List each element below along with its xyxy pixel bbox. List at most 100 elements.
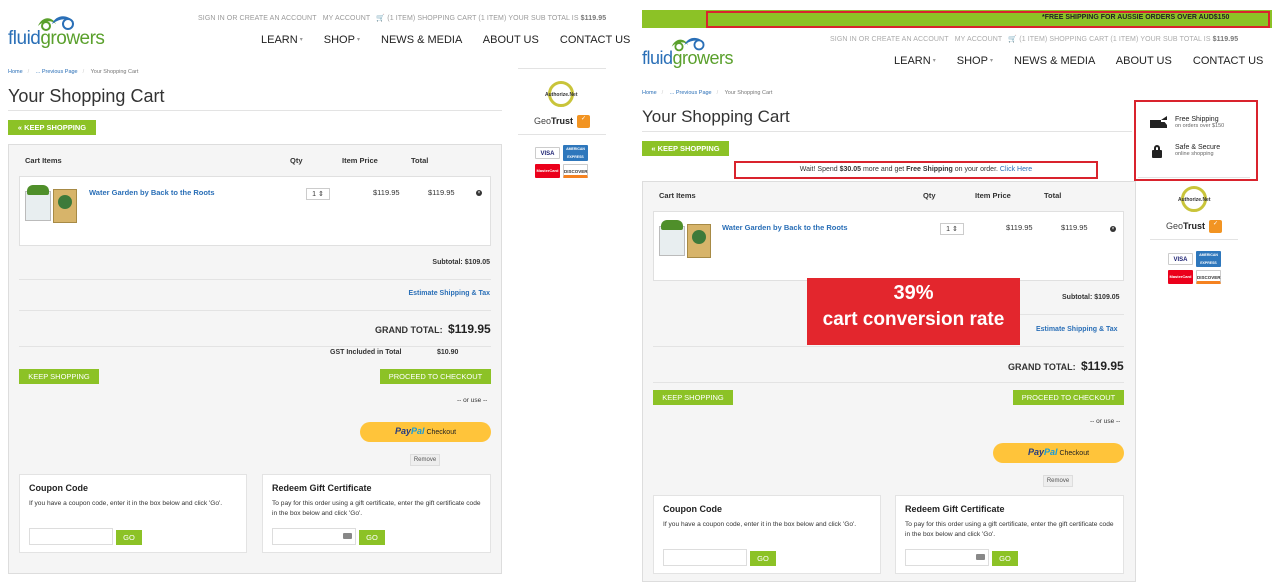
- col-cart-items: Cart Items: [659, 191, 696, 200]
- coupon-input[interactable]: [663, 549, 747, 566]
- keyboard-icon: [976, 554, 985, 560]
- breadcrumb-current: Your Shopping Cart: [90, 69, 139, 75]
- product-image[interactable]: [25, 185, 79, 229]
- amex-card-icon: AMERICAN EXPRESS: [563, 145, 588, 161]
- divider: [653, 382, 1124, 383]
- divider: [19, 346, 491, 347]
- product-name-link[interactable]: Water Garden by Back to the Roots: [722, 223, 848, 232]
- amex-card-icon: AMERICAN EXPRESS: [1196, 251, 1221, 267]
- divider: [19, 310, 491, 311]
- col-item-price: Item Price: [975, 191, 1011, 200]
- main-nav: LEARN ▾ SHOP ▾ NEWS & MEDIA ABOUT US CONTA…: [894, 55, 1263, 67]
- keep-shopping-top-button[interactable]: « KEEP SHOPPING: [642, 141, 729, 156]
- gift-go-button[interactable]: GO: [359, 530, 385, 545]
- nav-about[interactable]: ABOUT US: [1116, 55, 1172, 67]
- remove-item-icon[interactable]: ×: [1110, 226, 1116, 232]
- breadcrumb-prev[interactable]: ... Previous Page: [36, 69, 78, 75]
- coupon-input[interactable]: [29, 528, 113, 545]
- coupon-go-button[interactable]: GO: [750, 551, 776, 566]
- nav-contact[interactable]: CONTACT US: [560, 34, 631, 46]
- nav-shop[interactable]: SHOP ▾: [957, 55, 993, 67]
- geotrust-seal-icon: ✓: [1209, 220, 1222, 233]
- breadcrumb-prev[interactable]: ... Previous Page: [670, 90, 712, 96]
- account-link[interactable]: MY ACCOUNT: [955, 36, 1003, 43]
- click-here-link[interactable]: Click Here: [1000, 166, 1032, 173]
- proceed-to-checkout-button[interactable]: PROCEED TO CHECKOUT: [380, 369, 491, 384]
- divider: [1138, 177, 1250, 178]
- gift-input[interactable]: [905, 549, 989, 566]
- gift-certificate-card: Redeem Gift Certificate To pay for this …: [895, 495, 1124, 574]
- site-logo[interactable]: fluidgrowers: [642, 34, 734, 72]
- breadcrumb: Home / ... Previous Page / Your Shopping C…: [8, 69, 139, 75]
- nav-news[interactable]: NEWS & MEDIA: [1014, 55, 1095, 67]
- col-total: Total: [411, 156, 429, 165]
- keep-shopping-button[interactable]: KEEP SHOPPING: [19, 369, 99, 384]
- cart-item-row: [653, 211, 1124, 281]
- promo-text: *FREE SHIPPING FOR AUSSIE ORDERS OVER AU…: [1042, 14, 1230, 21]
- nav-about[interactable]: ABOUT US: [483, 34, 539, 46]
- gift-go-button[interactable]: GO: [992, 551, 1018, 566]
- breadcrumb-home[interactable]: Home: [642, 90, 657, 96]
- subtotal: Subtotal: $109.05: [432, 259, 490, 266]
- gift-title: Redeem Gift Certificate: [905, 504, 1005, 514]
- estimate-shipping-link[interactable]: Estimate Shipping & Tax: [1036, 326, 1118, 333]
- proceed-to-checkout-button[interactable]: PROCEED TO CHECKOUT: [1013, 390, 1124, 405]
- account-link[interactable]: MY ACCOUNT: [323, 15, 371, 22]
- coupon-text: If you have a coupon code, enter it in t…: [29, 500, 223, 507]
- grand-total-label: GRAND TOTAL:: [375, 325, 443, 335]
- divider: [642, 131, 1132, 132]
- nav-news[interactable]: NEWS & MEDIA: [381, 34, 462, 46]
- breadcrumb-home[interactable]: Home: [8, 69, 23, 75]
- coupon-card: Coupon Code If you have a coupon code, e…: [653, 495, 881, 574]
- signin-link[interactable]: SIGN IN OR CREATE AN ACCOUNT: [830, 36, 949, 43]
- main-nav: LEARN ▾ SHOP ▾ NEWS & MEDIA ABOUT US CONTA…: [261, 34, 630, 46]
- remove-button[interactable]: Remove: [1043, 475, 1073, 487]
- paypal-checkout-button[interactable]: PayPal Checkout: [360, 422, 491, 442]
- site-logo[interactable]: fluidgrowers: [8, 12, 105, 52]
- cart-link[interactable]: (1 ITEM) SHOPPING CART (1 ITEM) YOUR SUB…: [387, 15, 578, 22]
- caret-icon: ▾: [932, 58, 936, 64]
- grand-total-label: GRAND TOTAL:: [1008, 362, 1076, 372]
- breadcrumb-current: Your Shopping Cart: [724, 90, 773, 96]
- keep-shopping-top-button[interactable]: « KEEP SHOPPING: [8, 120, 96, 135]
- page-title: Your Shopping Cart: [642, 107, 790, 126]
- free-shipping-feature: Free Shipping on orders over $150: [1175, 116, 1225, 129]
- grand-total-value: $119.95: [448, 322, 491, 336]
- remove-button[interactable]: Remove: [410, 454, 440, 466]
- nav-contact[interactable]: CONTACT US: [1193, 55, 1264, 67]
- caret-icon: ▾: [299, 37, 303, 43]
- discover-card-icon: DISCOVER: [1196, 270, 1221, 284]
- remove-item-icon[interactable]: ×: [476, 190, 482, 196]
- product-name-link[interactable]: Water Garden by Back to the Roots: [89, 188, 215, 197]
- cart-link[interactable]: (1 ITEM) SHOPPING CART (1 ITEM) YOUR SUB…: [1019, 36, 1210, 43]
- gift-title: Redeem Gift Certificate: [272, 483, 372, 493]
- product-image[interactable]: [659, 220, 713, 264]
- nav-learn[interactable]: LEARN ▾: [261, 34, 303, 46]
- col-item-price: Item Price: [342, 156, 378, 165]
- geotrust-badge: GeoTrust: [1166, 221, 1206, 231]
- gift-text: To pay for this order using a gift certi…: [272, 500, 481, 517]
- divider: [518, 68, 606, 69]
- header-subtotal: $119.95: [580, 15, 607, 22]
- divider: [19, 279, 491, 280]
- gst-value: $10.90: [437, 349, 459, 356]
- page-title: Your Shopping Cart: [8, 86, 165, 106]
- nav-learn[interactable]: LEARN ▾: [894, 55, 936, 67]
- header-subtotal: $119.95: [1212, 36, 1239, 43]
- coupon-go-button[interactable]: GO: [116, 530, 142, 545]
- gift-input[interactable]: [272, 528, 356, 545]
- divider: [1020, 314, 1124, 315]
- nav-shop[interactable]: SHOP ▾: [324, 34, 360, 46]
- conversion-rate-banner: 39% cart conversion rate: [807, 278, 1020, 345]
- keep-shopping-button[interactable]: KEEP SHOPPING: [653, 390, 733, 405]
- signin-link[interactable]: SIGN IN OR CREATE AN ACCOUNT: [198, 15, 317, 22]
- paypal-checkout-button[interactable]: PayPal Checkout: [993, 443, 1124, 463]
- col-qty: Qty: [923, 191, 936, 200]
- qty-select[interactable]: 1 ⇕: [306, 188, 330, 200]
- estimate-shipping-link[interactable]: Estimate Shipping & Tax: [408, 290, 490, 297]
- cart-item-row: [19, 176, 491, 246]
- geotrust-seal-icon: ✓: [577, 115, 590, 128]
- visa-card-icon: VISA: [535, 147, 560, 159]
- col-total: Total: [1044, 191, 1062, 200]
- qty-select[interactable]: 1 ⇕: [940, 223, 964, 235]
